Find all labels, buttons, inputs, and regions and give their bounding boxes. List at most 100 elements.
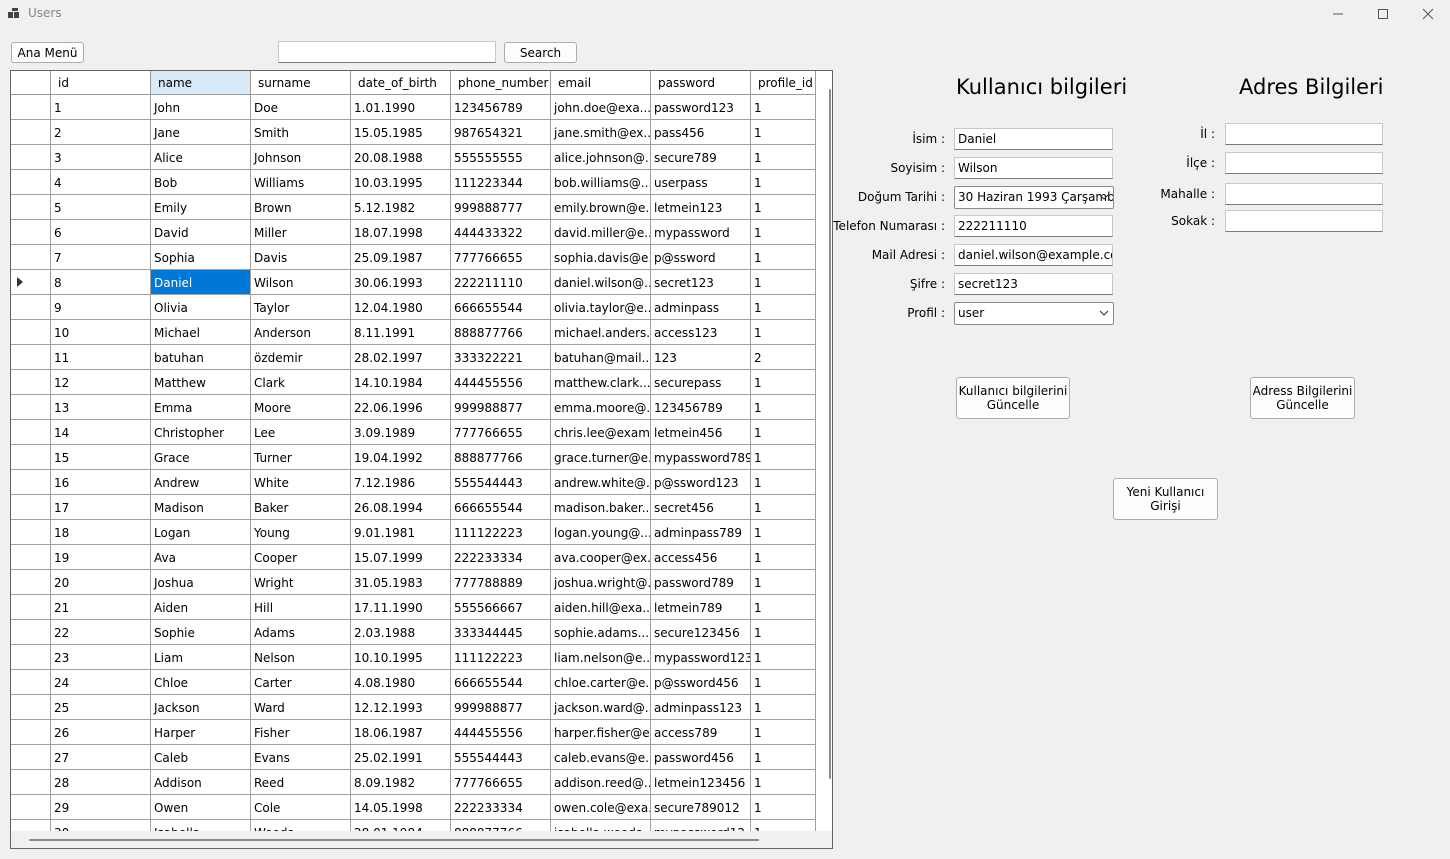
table-row[interactable]: 19 Ava Cooper 15.07.1999 222233334 ava.cooper…	[11, 545, 816, 570]
row-header[interactable]	[11, 145, 51, 170]
cell-email[interactable]: harper.fisher@e...	[551, 720, 651, 745]
cell-id[interactable]: 19	[51, 545, 151, 570]
cell-phone-number[interactable]: 888877766	[451, 320, 551, 345]
cell-id[interactable]: 26	[51, 720, 151, 745]
table-row[interactable]: 10 Michael Anderson 8.11.1991 888877766 micha…	[11, 320, 816, 345]
cell-phone-number[interactable]: 666655544	[451, 670, 551, 695]
cell-profile-id[interactable]: 1	[751, 370, 816, 395]
cell-email[interactable]: jackson.ward@...	[551, 695, 651, 720]
row-header[interactable]	[11, 245, 51, 270]
cell-password[interactable]: access789	[651, 720, 751, 745]
ilce-field[interactable]	[1225, 152, 1383, 174]
cell-email[interactable]: chris.lee@exam...	[551, 420, 651, 445]
cell-name[interactable]: Jane	[151, 120, 251, 145]
cell-surname[interactable]: özdemir	[251, 345, 351, 370]
cell-date-of-birth[interactable]: 17.11.1990	[351, 595, 451, 620]
cell-name[interactable]: Daniel	[151, 270, 251, 295]
cell-surname[interactable]: Evans	[251, 745, 351, 770]
cell-date-of-birth[interactable]: 20.08.1988	[351, 145, 451, 170]
cell-phone-number[interactable]: 999988877	[451, 695, 551, 720]
cell-phone-number[interactable]: 555566667	[451, 595, 551, 620]
row-header[interactable]	[11, 345, 51, 370]
cell-name[interactable]: Alice	[151, 145, 251, 170]
cell-profile-id[interactable]: 1	[751, 270, 816, 295]
cell-email[interactable]: jane.smith@ex...	[551, 120, 651, 145]
row-header[interactable]	[11, 370, 51, 395]
row-header[interactable]	[11, 320, 51, 345]
cell-surname[interactable]: Carter	[251, 670, 351, 695]
table-row[interactable]: 12 Matthew Clark 14.10.1984 444455556 matthew…	[11, 370, 816, 395]
cell-email[interactable]: addison.reed@...	[551, 770, 651, 795]
cell-id[interactable]: 8	[51, 270, 151, 295]
cell-email[interactable]: sophia.davis@e...	[551, 245, 651, 270]
cell-surname[interactable]: Brown	[251, 195, 351, 220]
row-header[interactable]	[11, 520, 51, 545]
table-row[interactable]: 16 Andrew White 7.12.1986 555544443 andrew.wh…	[11, 470, 816, 495]
isim-field[interactable]: Daniel	[954, 128, 1113, 150]
cell-id[interactable]: 29	[51, 795, 151, 820]
cell-surname[interactable]: Baker	[251, 495, 351, 520]
il-field[interactable]	[1225, 123, 1383, 145]
column-header-name[interactable]: name	[151, 71, 251, 95]
cell-name[interactable]: Sophie	[151, 620, 251, 645]
cell-password[interactable]: letmein789	[651, 595, 751, 620]
cell-password[interactable]: access123	[651, 320, 751, 345]
mail-field[interactable]: daniel.wilson@example.com	[954, 244, 1113, 266]
row-header[interactable]	[11, 770, 51, 795]
cell-profile-id[interactable]: 1	[751, 795, 816, 820]
cell-surname[interactable]: Young	[251, 520, 351, 545]
row-header[interactable]	[11, 95, 51, 120]
cell-phone-number[interactable]: 777766655	[451, 420, 551, 445]
cell-profile-id[interactable]: 1	[751, 570, 816, 595]
cell-name[interactable]: Ava	[151, 545, 251, 570]
cell-name[interactable]: Matthew	[151, 370, 251, 395]
cell-date-of-birth[interactable]: 19.04.1992	[351, 445, 451, 470]
cell-surname[interactable]: Ward	[251, 695, 351, 720]
cell-date-of-birth[interactable]: 8.11.1991	[351, 320, 451, 345]
vertical-scroll-thumb[interactable]	[829, 89, 831, 779]
cell-email[interactable]: liam.nelson@e...	[551, 645, 651, 670]
cell-profile-id[interactable]: 1	[751, 595, 816, 620]
cell-phone-number[interactable]: 555544443	[451, 470, 551, 495]
cell-profile-id[interactable]: 1	[751, 545, 816, 570]
cell-date-of-birth[interactable]: 12.04.1980	[351, 295, 451, 320]
cell-name[interactable]: David	[151, 220, 251, 245]
cell-password[interactable]: p@ssword	[651, 245, 751, 270]
cell-phone-number[interactable]: 999988877	[451, 395, 551, 420]
mahalle-field[interactable]	[1225, 183, 1383, 205]
horizontal-scroll-thumb[interactable]	[29, 839, 759, 841]
cell-password[interactable]: secure789	[651, 145, 751, 170]
cell-password[interactable]: p@ssword123	[651, 470, 751, 495]
table-row[interactable]: 28 Addison Reed 8.09.1982 777766655 addison.r…	[11, 770, 816, 795]
cell-password[interactable]: adminpass789	[651, 520, 751, 545]
table-row[interactable]: 27 Caleb Evans 25.02.1991 555544443 caleb.eva…	[11, 745, 816, 770]
table-row[interactable]: 4 Bob Williams 10.03.1995 111223344 bob.willi…	[11, 170, 816, 195]
row-header[interactable]	[11, 495, 51, 520]
cell-email[interactable]: alice.johnson@...	[551, 145, 651, 170]
cell-id[interactable]: 23	[51, 645, 151, 670]
sifre-field[interactable]: secret123	[954, 273, 1113, 295]
cell-email[interactable]: andrew.white@...	[551, 470, 651, 495]
cell-id[interactable]: 5	[51, 195, 151, 220]
cell-surname[interactable]: White	[251, 470, 351, 495]
cell-email[interactable]: ava.cooper@ex...	[551, 545, 651, 570]
cell-date-of-birth[interactable]: 31.05.1983	[351, 570, 451, 595]
cell-profile-id[interactable]: 1	[751, 695, 816, 720]
cell-name[interactable]: Aiden	[151, 595, 251, 620]
cell-id[interactable]: 15	[51, 445, 151, 470]
cell-date-of-birth[interactable]: 1.01.1990	[351, 95, 451, 120]
column-header-profile-id[interactable]: profile_id	[751, 71, 816, 95]
cell-phone-number[interactable]: 222233334	[451, 545, 551, 570]
column-header-id[interactable]: id	[51, 71, 151, 95]
cell-profile-id[interactable]: 1	[751, 445, 816, 470]
cell-id[interactable]: 22	[51, 620, 151, 645]
table-row[interactable]: 26 Harper Fisher 18.06.1987 444455556 harper.…	[11, 720, 816, 745]
cell-name[interactable]: Emma	[151, 395, 251, 420]
cell-phone-number[interactable]: 222233334	[451, 795, 551, 820]
cell-surname[interactable]: Williams	[251, 170, 351, 195]
table-row[interactable]: 1 John Doe 1.01.1990 123456789 john.doe@exa..…	[11, 95, 816, 120]
table-row[interactable]: 20 Joshua Wright 31.05.1983 777788889 joshua.…	[11, 570, 816, 595]
cell-name[interactable]: Michael	[151, 320, 251, 345]
cell-date-of-birth[interactable]: 18.06.1987	[351, 720, 451, 745]
cell-email[interactable]: emma.moore@...	[551, 395, 651, 420]
